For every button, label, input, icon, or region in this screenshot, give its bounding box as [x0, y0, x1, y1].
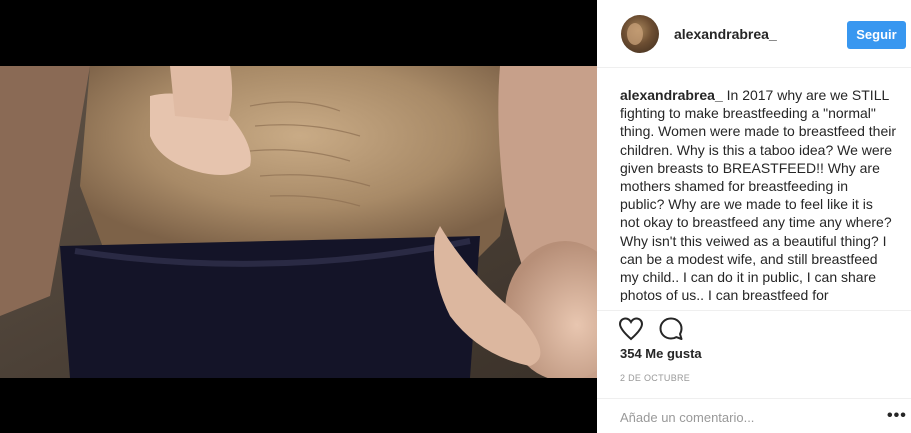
follow-button[interactable]: Seguir: [847, 21, 906, 49]
heart-icon[interactable]: [617, 315, 645, 343]
comment-input[interactable]: [620, 407, 850, 427]
post-caption: alexandrabrea_ In 2017 why are we STILL …: [620, 86, 896, 302]
post-media: [0, 0, 597, 433]
avatar[interactable]: [621, 15, 659, 53]
post-header: alexandrabrea_ Seguir: [597, 0, 911, 68]
post-photo[interactable]: [0, 66, 597, 378]
post-actions: [597, 310, 911, 347]
comment-bar: •••: [597, 398, 911, 433]
post-details-panel: alexandrabrea_ Seguir alexandrabrea_ In …: [597, 0, 911, 433]
likes-count[interactable]: 354 Me gusta: [620, 346, 702, 361]
caption-username[interactable]: alexandrabrea_: [620, 87, 723, 103]
caption-text: In 2017 why are we STILL fighting to mak…: [620, 87, 896, 302]
more-options-icon[interactable]: •••: [887, 408, 907, 424]
post-date: 2 DE OCTUBRE: [620, 373, 691, 383]
header-username[interactable]: alexandrabrea_: [674, 26, 777, 42]
comment-icon[interactable]: [657, 315, 685, 343]
